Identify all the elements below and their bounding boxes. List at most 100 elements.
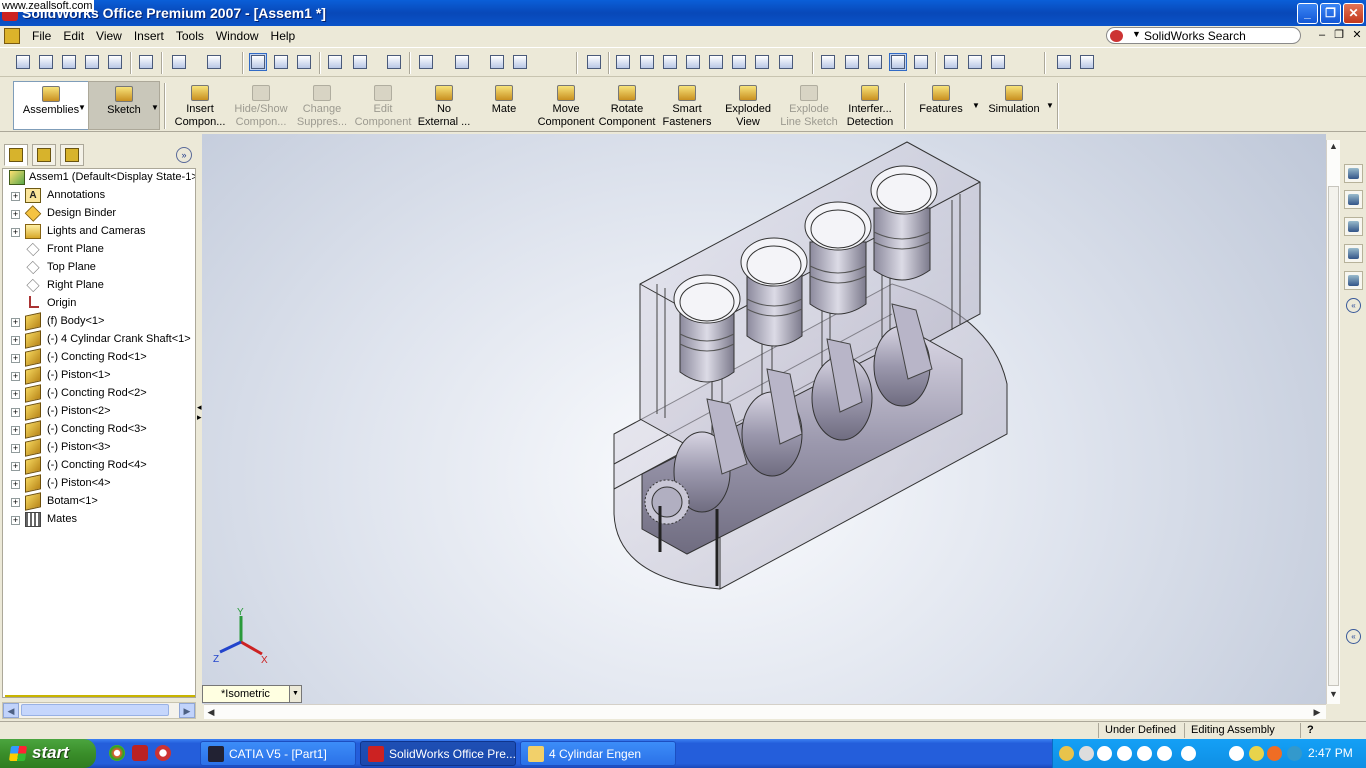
tree-item[interactable]: + (-) Concting Rod<2> [3,384,195,403]
tab-configuration-manager[interactable] [60,144,84,166]
stop-icon[interactable] [1117,746,1132,761]
wireframe-icon[interactable] [819,53,837,71]
zoom-in-out-icon[interactable] [661,53,679,71]
expand-icon[interactable]: + [11,336,20,345]
menu-file[interactable]: File [26,29,57,43]
tree-item[interactable]: + (-) Piston<2> [3,402,195,421]
menu-view[interactable]: View [90,29,128,43]
save-icon[interactable] [60,53,78,71]
doc-minimize-button[interactable]: – [1314,28,1330,44]
rotate-component-button[interactable]: Rotate Component [597,81,657,130]
expand-icon[interactable]: + [11,462,20,471]
edit-component-button[interactable]: Edit Component [353,81,413,130]
shaded-with-edges-icon[interactable] [889,53,907,71]
expand-task-pane-icon[interactable]: « [1346,629,1361,644]
tree-item[interactable]: + (-) Concting Rod<1> [3,348,195,367]
file-explorer-icon[interactable] [1344,217,1363,236]
scroll-right-icon[interactable]: ▶ [179,703,195,718]
mail-icon[interactable] [132,745,148,761]
solidworks-search-box[interactable]: ▼ SolidWorks Search [1106,27,1301,44]
graphics-area[interactable]: Y X Z [202,134,1326,704]
rollback-bar[interactable] [5,695,195,697]
task-solidworks[interactable]: SolidWorks Office Pre... [360,741,516,766]
appearance-icon[interactable] [417,53,435,71]
roll-view-icon[interactable] [753,53,771,71]
minimize-button[interactable]: _ [1297,3,1318,24]
realview-icon[interactable] [989,53,1007,71]
make-drawing-icon[interactable] [83,53,101,71]
search-pane-icon[interactable] [1344,244,1363,263]
chrome-icon[interactable] [109,745,125,761]
tree-item[interactable]: + (f) Body<1> [3,312,195,331]
select-icon[interactable] [249,53,267,71]
start-button[interactable]: start [0,739,96,768]
simulation-button[interactable]: Simulation [984,81,1044,130]
tree-item[interactable]: + Lights and Cameras [3,223,195,241]
shadows-icon[interactable] [942,53,960,71]
tree-item[interactable]: + (-) Concting Rod<3> [3,420,195,439]
instant3d-icon[interactable] [351,53,369,71]
redo-icon[interactable] [205,53,223,71]
simulation-dropdown-arrow-icon[interactable]: ▼ [1046,101,1054,110]
expand-icon[interactable]: + [11,444,20,453]
shaded-icon[interactable] [912,53,930,71]
engine-assembly-model[interactable] [202,134,1326,704]
scroll-thumb[interactable] [21,704,169,716]
doc-close-button[interactable]: ✕ [1349,28,1365,44]
sketch-dropdown-arrow-icon[interactable]: ▼ [151,103,159,112]
search-dropdown-arrow-icon[interactable]: ▼ [1132,29,1141,39]
features-dropdown-arrow-icon[interactable]: ▼ [972,101,980,110]
collapse-task-pane-icon[interactable]: « [1346,298,1361,313]
task-catia[interactable]: CATIA V5 - [Part1] [200,741,356,766]
expand-icon[interactable]: + [11,354,20,363]
expand-icon[interactable]: + [11,192,20,201]
expand-icon[interactable]: + [11,498,20,507]
scroll-right-icon[interactable]: ▶ [1310,706,1324,719]
media-icon[interactable] [155,745,171,761]
next-track-icon[interactable] [1157,746,1172,761]
mate-button[interactable]: Mate [475,81,533,130]
help-icon[interactable] [511,53,529,71]
menu-tools[interactable]: Tools [170,29,210,43]
graphics-horizontal-scrollbar[interactable]: ◀ ▶ [204,704,1326,719]
zoom-to-fit-icon[interactable] [614,53,632,71]
expand-panel-icon[interactable]: » [176,147,192,163]
tray-app-icon[interactable] [1059,746,1074,761]
tab-feature-tree[interactable] [4,144,28,166]
features-button[interactable]: Features [912,81,970,130]
exploded-view-button[interactable]: Exploded View [718,81,778,130]
zoom-to-selection-icon[interactable] [684,53,702,71]
tree-item[interactable]: + (-) 4 Cylindar Crank Shaft<1> [3,330,195,349]
pan-icon[interactable] [730,53,748,71]
move-component-button[interactable]: Move Component [535,81,597,130]
expand-icon[interactable]: + [11,408,20,417]
zoom-to-area-icon[interactable] [638,53,656,71]
view-name-tab[interactable]: *Isometric ▼ [202,685,302,703]
tree-item[interactable]: Right Plane [3,277,195,295]
doc-restore-button[interactable]: ❐ [1331,28,1347,44]
tree-item[interactable]: + (-) Concting Rod<4> [3,456,195,475]
tree-item[interactable]: + (-) Piston<1> [3,366,195,385]
tree-item[interactable]: Origin [3,295,195,313]
tree-item[interactable]: + A Annotations [3,187,195,205]
no-external-references-button[interactable]: No External ... [414,81,474,130]
previous-track-icon[interactable] [1137,746,1152,761]
app-menu-icon[interactable] [4,28,20,44]
print-icon[interactable] [137,53,155,71]
tree-item[interactable]: + Design Binder [3,205,195,223]
menu-window[interactable]: Window [210,29,265,43]
tab-property-manager[interactable] [32,144,56,166]
scroll-left-icon[interactable]: ◀ [204,706,218,719]
menu-help[interactable]: Help [265,29,302,43]
smart-fasteners-button[interactable]: Smart Fasteners [658,81,716,130]
change-suppression-button[interactable]: Change Suppres... [292,81,352,130]
menu-insert[interactable]: Insert [128,29,170,43]
graphics-vertical-scrollbar[interactable]: ▲ ▼ [1326,140,1340,704]
assemblies-dropdown-arrow-icon[interactable]: ▼ [78,103,86,112]
rotate-view-icon[interactable] [707,53,725,71]
scroll-up-icon[interactable]: ▲ [1327,140,1340,154]
scroll-down-icon[interactable]: ▼ [1327,688,1340,702]
design-library-icon[interactable] [1344,190,1363,209]
expand-icon[interactable]: + [11,390,20,399]
new-document-icon[interactable] [14,53,32,71]
